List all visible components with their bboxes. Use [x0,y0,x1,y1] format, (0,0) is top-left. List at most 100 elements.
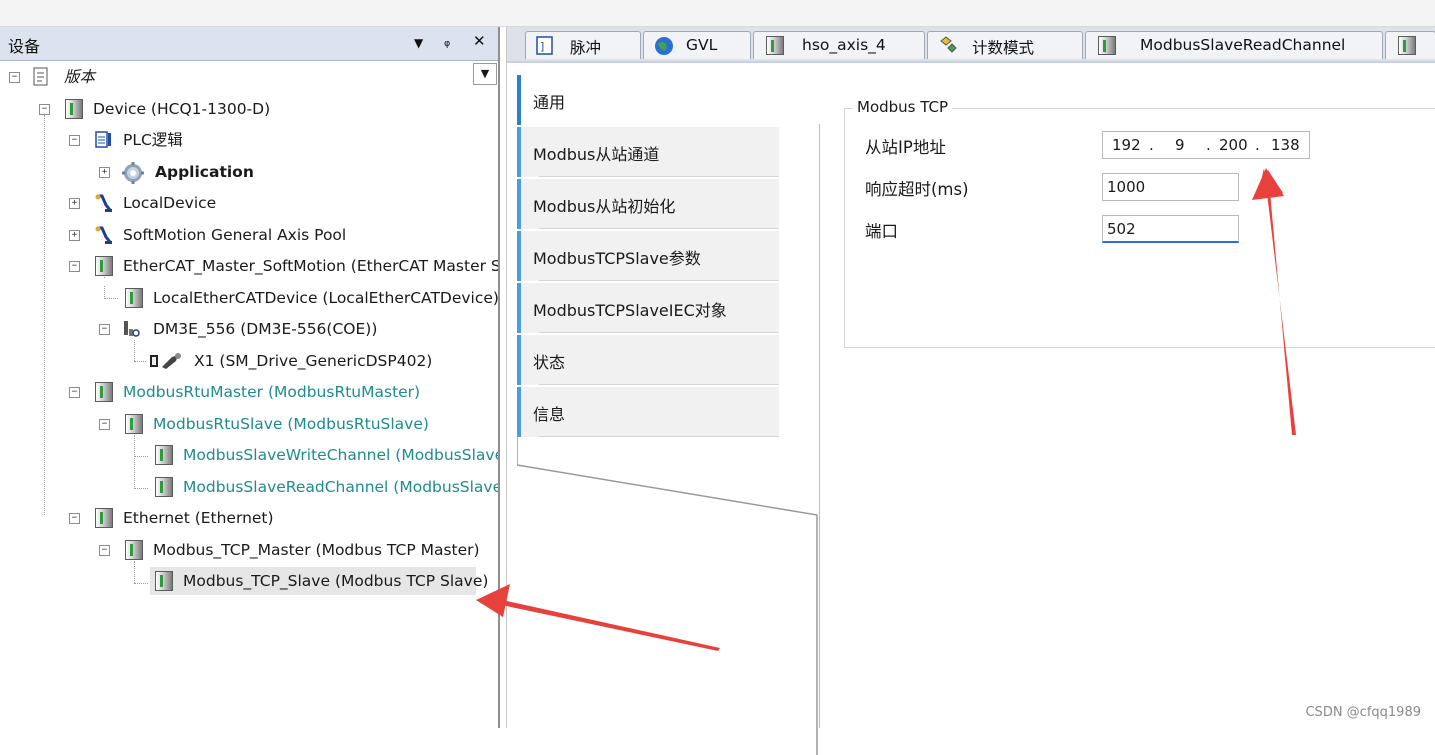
port-input[interactable]: 502 [1102,215,1239,243]
slave-ip-input[interactable]: 192 . 9 . 200 . 138 [1102,131,1310,159]
tab-overflow[interactable] [1385,31,1435,59]
tree-label: ModbusSlaveReadChannel (ModbusSlaveReadC… [183,478,498,496]
ip-octet-2[interactable]: 9 [1175,132,1185,158]
tree-label: ModbusRtuMaster (ModbusRtuMaster) [123,383,421,401]
tree-row-version[interactable]: − 版本 [0,65,470,89]
tree-row-ethercat-master[interactable]: − EtherCAT_Master_SoftMotion (EtherCAT M… [0,254,498,278]
expand-icon[interactable]: + [99,167,110,178]
collapse-icon[interactable]: − [99,545,110,556]
tab-gvl[interactable]: GVL [643,31,751,59]
device-icon [95,382,113,402]
tree-row-dm3e-556[interactable]: − DM3E_556 (DM3E-556(COE)) [0,317,498,341]
tree-label: Modbus_TCP_Slave (Modbus TCP Slave) [183,572,489,590]
config-tab-label: 状态 [533,353,566,372]
config-tab-status[interactable]: 状态 [517,335,779,385]
ip-dot: . [1206,136,1211,154]
count-mode-icon [938,36,957,55]
tree-label: Application [155,163,254,181]
config-tab-panel-edge [517,435,818,755]
tree-row-x1-axis[interactable]: X1 (SM_Drive_GenericDSP402) [0,349,498,373]
ip-octet-4[interactable]: 138 [1271,132,1300,158]
tree-label: EtherCAT_Master_SoftMotion (EtherCAT Mas… [123,257,498,275]
collapse-icon[interactable]: − [69,135,80,146]
tree-row-modbus-tcp-master[interactable]: − Modbus_TCP_Master (Modbus TCP Master) [0,538,498,562]
tree-dropdown-button[interactable]: ▼ [473,63,497,85]
tree-row-modbus-tcp-slave[interactable]: Modbus_TCP_Slave (Modbus TCP Slave) [0,569,498,593]
tree-row-device[interactable]: − Device (HCQ1-1300-D) [0,97,470,121]
collapse-icon[interactable]: − [39,104,50,115]
ip-dot: . [1149,136,1154,154]
close-icon[interactable]: ✕ [473,32,486,50]
config-tab-slave-init[interactable]: Modbus从站初始化 [517,179,779,229]
tree-row-application[interactable]: + Application [0,160,470,184]
tree-row-local-device[interactable]: + LocalDevice [0,191,470,215]
tree-row-local-ethercat-device[interactable]: LocalEtherCATDevice (LocalEtherCATDevice… [0,286,498,310]
tab-pulse[interactable]: ] 脉冲 [525,31,641,59]
tree-label: LocalDevice [123,194,217,212]
config-tab-list: 通用 Modbus从站通道 Modbus从站初始化 ModbusTCPSlave… [517,69,819,755]
device-icon [1098,36,1116,55]
tree-row-softmotion-pool[interactable]: + SoftMotion General Axis Pool [0,223,470,247]
device-icon [766,36,784,55]
pin-icon[interactable]: ᵩ [444,32,450,50]
tab-modbus-slave-read-channel[interactable]: ModbusSlaveReadChannel [1085,31,1383,59]
config-tab-label: 信息 [533,405,566,424]
tree-label: ModbusSlaveWriteChannel (ModbusSlaveWrit… [183,446,498,464]
tree-label: 版本 [64,68,96,86]
tree-label: ModbusRtuSlave (ModbusRtuSlave) [153,415,429,433]
tree-label: Ethernet (Ethernet) [123,509,274,527]
tab-label: GVL [686,36,718,54]
collapse-icon[interactable]: − [99,324,110,335]
pane-dropdown-button[interactable]: ▼ [414,36,423,50]
collapse-icon[interactable]: − [69,513,80,524]
tree-row-plc-logic[interactable]: − PLC逻辑 [0,128,470,152]
top-strip [0,0,1435,27]
slave-ip-label: 从站IP地址 [865,138,946,157]
tab-hso-axis-4[interactable]: hso_axis_4 [753,31,925,59]
tree-label: DM3E_556 (DM3E-556(COE)) [153,320,378,338]
device-icon [155,477,173,497]
tree-row-modbus-slave-read-channel[interactable]: ModbusSlaveReadChannel (ModbusSlaveReadC… [0,475,498,499]
config-tab-iec-objects[interactable]: ModbusTCPSlaveIEC对象 [517,283,779,333]
tree-row-ethernet[interactable]: − Ethernet (Ethernet) [0,506,498,530]
config-tab-slave-channel[interactable]: Modbus从站通道 [517,127,779,177]
ip-dot: . [1255,136,1260,154]
tree-row-modbus-slave-write-channel[interactable]: ModbusSlaveWriteChannel (ModbusSlaveWrit… [0,443,498,467]
timeout-input[interactable]: 1000 [1102,173,1239,201]
device-icon [155,445,173,465]
document-icon [32,67,50,87]
tree-row-modbus-rtu-master[interactable]: − ModbusRtuMaster (ModbusRtuMaster) [0,380,498,404]
device-icon [125,414,143,434]
svg-text:]: ] [540,40,544,53]
expand-icon[interactable]: + [69,198,80,209]
collapse-icon[interactable]: − [9,72,20,83]
ip-octet-1[interactable]: 192 [1112,132,1141,158]
device-icon [95,256,113,276]
config-tab-tcp-slave-params[interactable]: ModbusTCPSlave参数 [517,231,779,281]
watermark: CSDN @cfqq1989 [1305,705,1421,720]
tree-label: Modbus_TCP_Master (Modbus TCP Master) [153,541,480,559]
robot-arm-icon [94,193,112,213]
editor-tab-bar: ] 脉冲 GVL hso_axis_4 计数模式 ModbusSlaveRead… [507,27,1435,63]
tree-row-modbus-rtu-slave[interactable]: − ModbusRtuSlave (ModbusRtuSlave) [0,412,498,436]
collapse-icon[interactable]: − [69,387,80,398]
device-pane-title: 设备 [8,37,41,56]
globe-icon [654,36,673,55]
tab-count-mode[interactable]: 计数模式 [927,31,1083,59]
expand-icon[interactable]: + [69,230,80,241]
config-tab-info[interactable]: 信息 [517,387,779,437]
device-icon [1398,36,1416,55]
tree-label: PLC逻辑 [123,131,183,149]
ip-octet-3[interactable]: 200 [1219,132,1248,158]
device-pane: 设备 ▼ ᵩ ✕ ▼ − 版本 − Device (HCQ1-1300-D) −… [0,27,500,728]
timeout-label: 响应超时(ms) [865,180,969,199]
config-divider [819,124,820,728]
collapse-icon[interactable]: − [69,261,80,272]
group-title: Modbus TCP [853,98,953,116]
config-tab-general[interactable]: 通用 [517,75,819,125]
device-icon [95,508,113,528]
tree-label: LocalEtherCATDevice (LocalEtherCATDevice… [153,289,499,307]
config-tab-label: Modbus从站初始化 [533,197,676,216]
config-tab-label: Modbus从站通道 [533,145,660,164]
collapse-icon[interactable]: − [99,419,110,430]
